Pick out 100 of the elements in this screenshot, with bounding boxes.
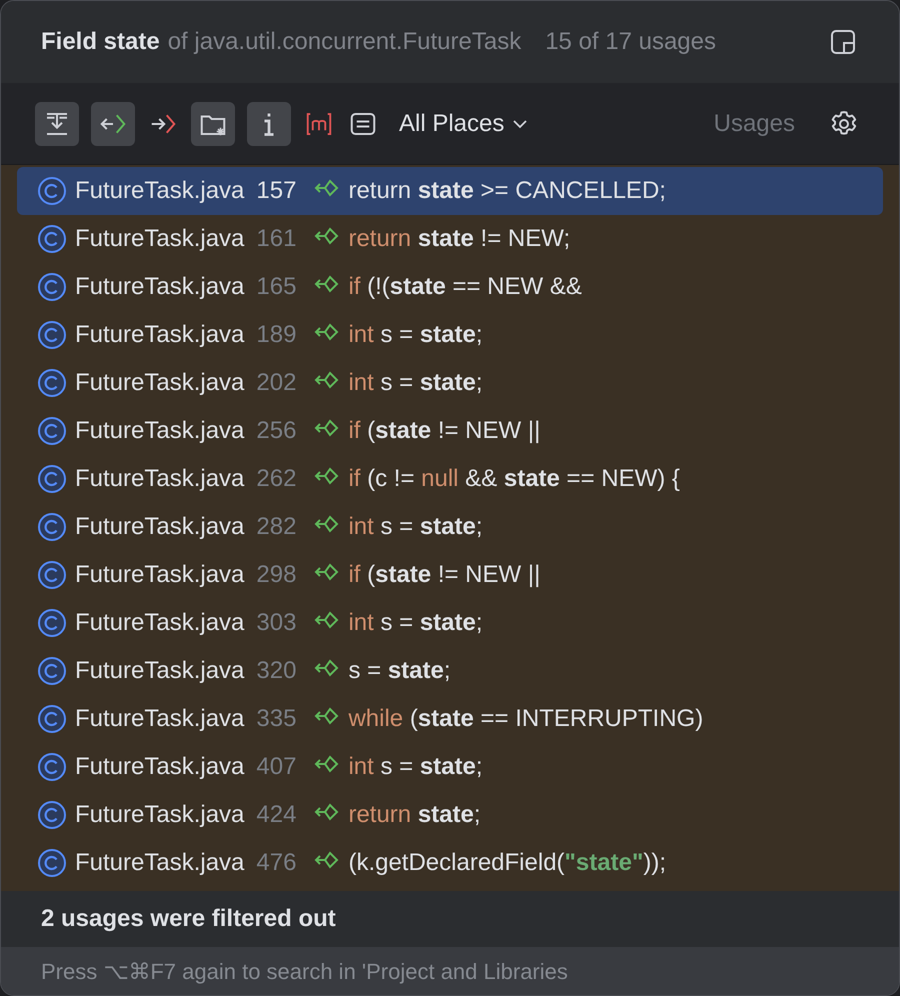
class-icon <box>37 320 67 350</box>
line-number: 320 <box>256 656 296 686</box>
usage-row[interactable]: FutureTask.java 335 while (state == INTERRUPTING) <box>17 695 883 743</box>
read-access-icon <box>314 226 340 246</box>
class-icon <box>37 560 67 590</box>
usage-row[interactable]: FutureTask.java 189 int s = state; <box>17 311 883 359</box>
line-number: 157 <box>256 176 296 206</box>
class-icon <box>37 800 67 830</box>
code-line: if (c != null && state == NEW) { <box>348 464 680 494</box>
usage-row[interactable]: FutureTask.java 256 if (state != NEW || <box>17 407 883 455</box>
file-name: FutureTask.java <box>75 176 244 206</box>
file-name: FutureTask.java <box>75 272 244 302</box>
file-name: FutureTask.java <box>75 848 244 878</box>
pin-window-icon[interactable] <box>830 29 856 55</box>
read-access-icon <box>314 514 340 534</box>
line-number: 335 <box>256 704 296 734</box>
read-access-icon <box>314 274 340 294</box>
file-name: FutureTask.java <box>75 416 244 446</box>
popup-subtitle: of java.util.concurrent.FutureTask <box>168 27 522 57</box>
usage-row[interactable]: FutureTask.java 165 if (!(state == NEW && <box>17 263 883 311</box>
popup-title: Field state <box>41 27 160 57</box>
class-icon <box>37 704 67 734</box>
usage-row[interactable]: FutureTask.java 476 (k.getDeclaredField("state")); <box>17 839 883 887</box>
code-line: if (state != NEW || <box>348 560 540 590</box>
info-icon <box>263 110 275 136</box>
class-icon <box>37 224 67 254</box>
class-icon <box>37 176 67 206</box>
hint-text: Press ⌥⌘F7 again to search in 'Project and Libraries <box>41 958 568 986</box>
read-access-icon <box>314 322 340 342</box>
read-access-icon <box>314 706 340 726</box>
code-line: return state != NEW; <box>348 224 570 254</box>
line-number: 407 <box>256 752 296 782</box>
file-name: FutureTask.java <box>75 704 244 734</box>
read-access-icon <box>314 466 340 486</box>
read-access-icon <box>314 370 340 390</box>
usage-row[interactable]: FutureTask.java 161 return state != NEW; <box>17 215 883 263</box>
merge-lines-toggle[interactable] <box>35 102 79 146</box>
line-number: 202 <box>256 368 296 398</box>
chevron-down-icon <box>512 118 528 128</box>
filtered-note: 2 usages were filtered out <box>41 904 336 934</box>
scope-dropdown[interactable]: All Places <box>399 106 528 142</box>
read-access-icon <box>314 850 340 870</box>
usage-count: 15 of 17 usages <box>545 27 716 57</box>
code-line: if (state != NEW || <box>348 416 540 446</box>
read-access-icon <box>314 418 340 438</box>
read-access-icon <box>314 178 340 198</box>
line-number: 424 <box>256 800 296 830</box>
usage-row[interactable]: FutureTask.java 298 if (state != NEW || <box>17 551 883 599</box>
line-number: 303 <box>256 608 296 638</box>
read-access-icon <box>314 562 340 582</box>
read-access-icon <box>314 610 340 630</box>
class-icon <box>37 464 67 494</box>
usage-row[interactable]: FutureTask.java 424 return state; <box>17 791 883 839</box>
info-toggle[interactable] <box>247 102 291 146</box>
code-line: return state; <box>348 800 481 830</box>
class-icon <box>37 848 67 878</box>
file-name: FutureTask.java <box>75 608 244 638</box>
code-line: int s = state; <box>348 368 483 398</box>
line-number: 189 <box>256 320 296 350</box>
class-icon <box>37 656 67 686</box>
file-name: FutureTask.java <box>75 800 244 830</box>
line-number: 298 <box>256 560 296 590</box>
code-line: int s = state; <box>348 512 483 542</box>
class-icon <box>37 416 67 446</box>
code-line: (k.getDeclaredField("state")); <box>348 848 666 878</box>
file-name: FutureTask.java <box>75 512 244 542</box>
line-number: 165 <box>256 272 296 302</box>
usage-row[interactable]: FutureTask.java 202 int s = state; <box>17 359 883 407</box>
class-icon <box>37 368 67 398</box>
usage-row[interactable]: FutureTask.java 262 if (c != null && state == NEW) { <box>17 455 883 503</box>
usage-row[interactable]: FutureTask.java 407 int s = state; <box>17 743 883 791</box>
line-number: 262 <box>256 464 296 494</box>
folder-toggle[interactable] <box>191 102 235 146</box>
usage-row[interactable]: FutureTask.java 157 return state >= CANCELLED; <box>17 167 883 215</box>
read-access-icon <box>314 754 340 774</box>
usage-row[interactable]: FutureTask.java 303 int s = state; <box>17 599 883 647</box>
code-line: return state >= CANCELLED; <box>348 176 666 206</box>
code-line: s = state; <box>348 656 451 686</box>
file-name: FutureTask.java <box>75 368 244 398</box>
line-number: 161 <box>256 224 296 254</box>
file-name: FutureTask.java <box>75 320 244 350</box>
code-line: int s = state; <box>348 608 483 638</box>
file-name: FutureTask.java <box>75 560 244 590</box>
class-icon <box>37 272 67 302</box>
file-name: FutureTask.java <box>75 752 244 782</box>
usages-label: Usages <box>714 108 795 138</box>
class-icon <box>37 608 67 638</box>
class-icon <box>37 512 67 542</box>
line-number: 476 <box>256 848 296 878</box>
line-number: 282 <box>256 512 296 542</box>
line-number: 256 <box>256 416 296 446</box>
code-line: while (state == INTERRUPTING) <box>348 704 704 734</box>
usage-row[interactable]: FutureTask.java 320 s = state; <box>17 647 883 695</box>
read-access-toggle[interactable] <box>91 102 135 146</box>
file-name: FutureTask.java <box>75 656 244 686</box>
file-name: FutureTask.java <box>75 464 244 494</box>
usage-row[interactable]: FutureTask.java 282 int s = state; <box>17 503 883 551</box>
read-access-icon <box>314 802 340 822</box>
code-line: if (!(state == NEW && <box>348 272 582 302</box>
code-line: int s = state; <box>348 752 483 782</box>
